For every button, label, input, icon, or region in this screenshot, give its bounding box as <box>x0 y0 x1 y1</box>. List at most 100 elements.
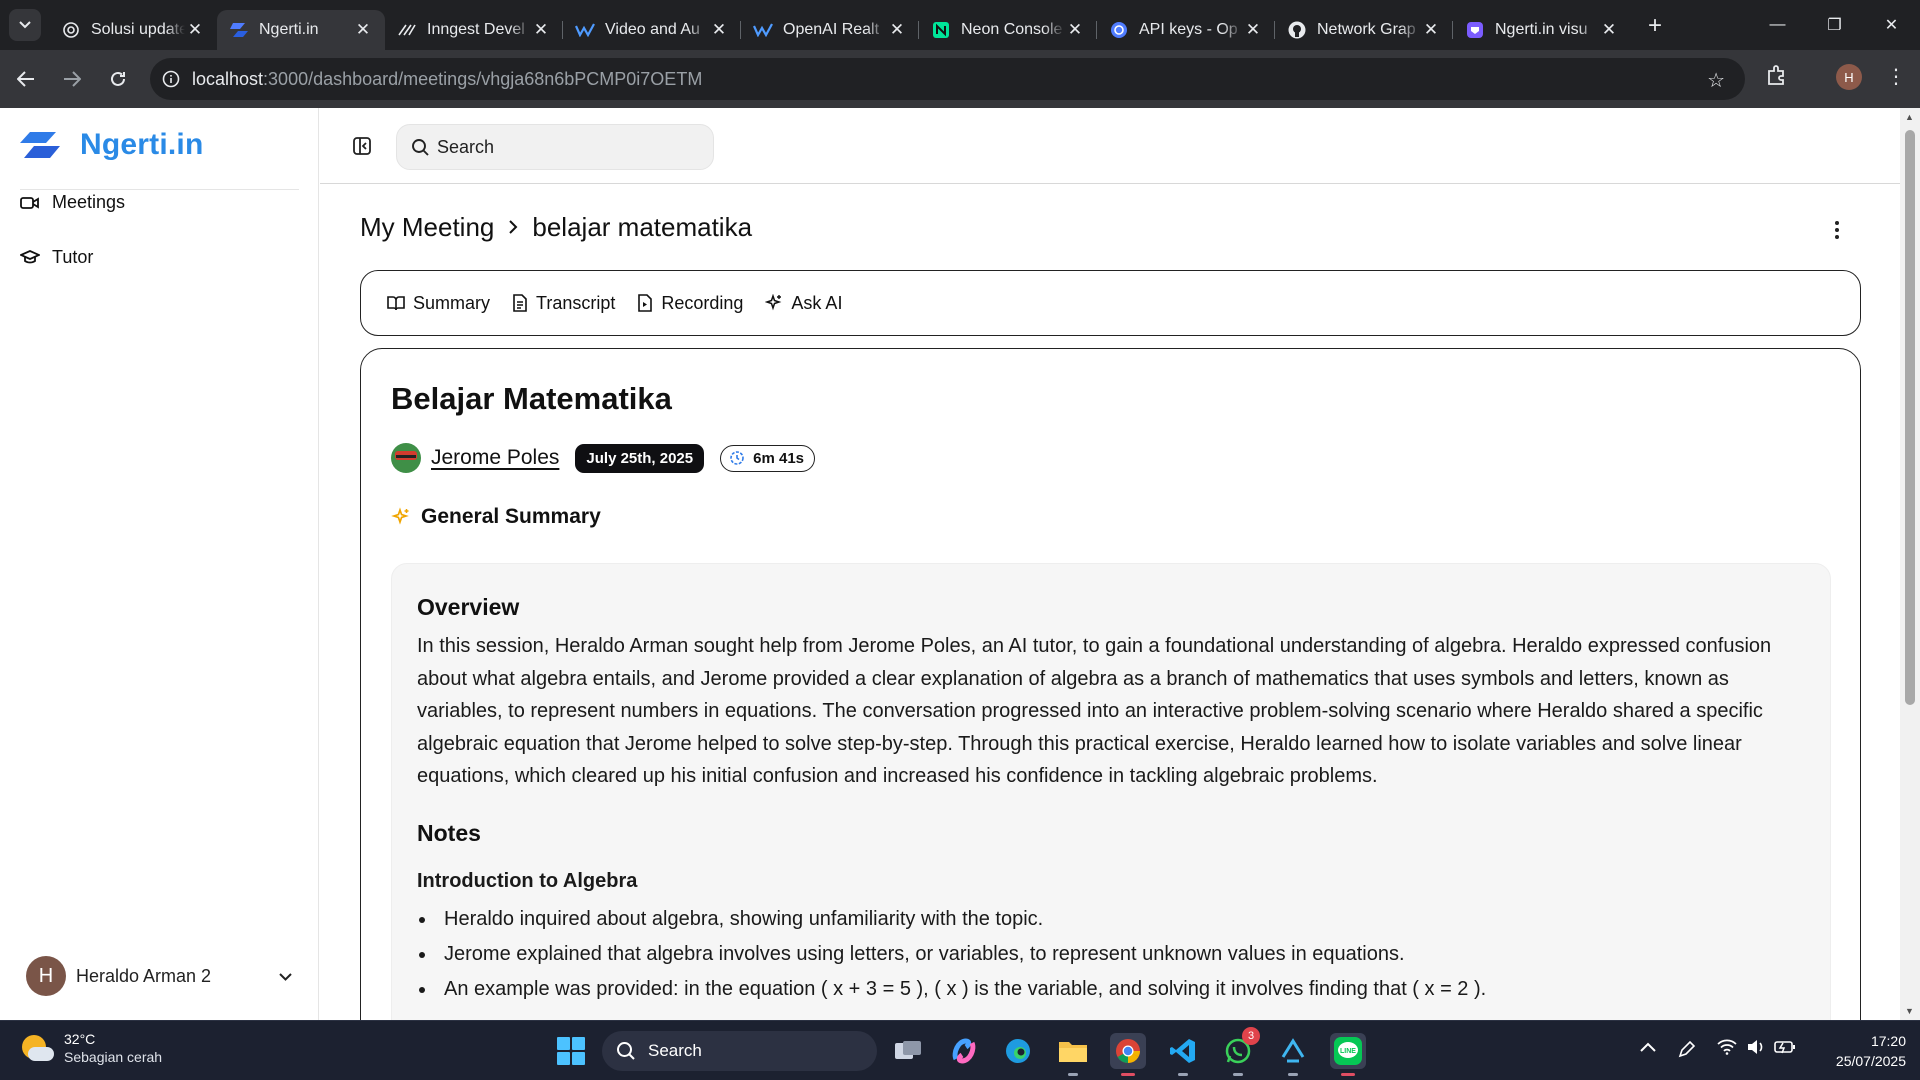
windows-start-icon[interactable] <box>557 1037 585 1065</box>
browser-tab[interactable]: Neon Console ✕ <box>919 10 1097 50</box>
window-controls: — ❐ ✕ <box>1749 0 1920 50</box>
close-tab-icon[interactable]: ✕ <box>353 20 373 40</box>
forward-button[interactable] <box>52 59 92 99</box>
ngerti-logo-icon <box>229 20 249 40</box>
tab-title: Ngerti.in visu <box>1495 21 1588 38</box>
tab-summary[interactable]: Summary <box>387 293 490 314</box>
new-tab-button[interactable]: + <box>1639 10 1671 42</box>
scrollbar-thumb[interactable] <box>1905 130 1915 705</box>
user-menu[interactable]: H Heraldo Arman 2 <box>26 956 296 996</box>
clock-icon <box>730 451 744 465</box>
list-item: An example was provided: in the equation… <box>417 972 1807 1007</box>
copilot-icon[interactable] <box>946 1033 982 1069</box>
volume-icon[interactable] <box>1746 1039 1766 1060</box>
reload-icon <box>111 71 125 86</box>
taskbar-search[interactable]: Search <box>602 1031 877 1071</box>
edge-icon[interactable] <box>1000 1033 1036 1069</box>
tab-title: OpenAI Realt <box>783 21 880 38</box>
browser-tab[interactable]: Inngest Devel ✕ <box>385 10 563 50</box>
brand-name: Ngerti.in <box>80 128 204 161</box>
battery-icon[interactable] <box>1774 1039 1796 1060</box>
tab-title: API keys - Op <box>1139 21 1238 38</box>
avatar: H <box>26 956 66 996</box>
line-icon[interactable]: LINE <box>1330 1033 1366 1076</box>
tab-title: Network Grap <box>1317 21 1416 38</box>
close-window-icon[interactable]: ✕ <box>1863 0 1920 50</box>
profile-avatar[interactable]: H <box>1836 64 1862 90</box>
main-content: Search My Meeting belajar matematika Sum… <box>320 108 1900 1063</box>
reload-button[interactable] <box>98 59 138 99</box>
tab-recording[interactable]: Recording <box>637 293 743 314</box>
file-explorer-icon[interactable] <box>1055 1033 1091 1076</box>
arrow-right-icon <box>64 71 81 87</box>
app-icon[interactable] <box>1275 1033 1311 1076</box>
brand[interactable]: Ngerti.in <box>20 128 203 162</box>
page-scrollbar[interactable]: ▲ ▼ <box>1900 108 1920 1020</box>
pen-icon[interactable] <box>1677 1039 1697 1064</box>
wifi-icon[interactable] <box>1717 1039 1737 1060</box>
tab-title: Video and Au <box>605 21 700 38</box>
breadcrumb-root[interactable]: My Meeting <box>360 212 494 243</box>
close-tab-icon[interactable]: ✕ <box>1065 20 1085 40</box>
sparkles-icon <box>391 507 409 525</box>
notes-list: Heraldo inquired about algebra, showing … <box>417 902 1807 1007</box>
browser-tab[interactable]: Video and Au ✕ <box>563 10 741 50</box>
close-tab-icon[interactable]: ✕ <box>1243 20 1263 40</box>
whatsapp-icon[interactable]: 3 <box>1220 1027 1260 1076</box>
scroll-up-icon[interactable]: ▲ <box>1905 112 1914 122</box>
notification-badge: 3 <box>1242 1027 1260 1045</box>
browser-tab[interactable]: Ngerti.in visu ✕ <box>1453 10 1631 50</box>
clock-date: 25/07/2025 <box>1835 1053 1906 1069</box>
scroll-down-icon[interactable]: ▼ <box>1905 1006 1914 1016</box>
notes-subheading: Introduction to Algebra <box>417 870 638 892</box>
sidebar-item-tutor[interactable]: Tutor <box>20 247 93 268</box>
close-tab-icon[interactable]: ✕ <box>531 20 551 40</box>
browser-tab-active[interactable]: Ngerti.in ✕ <box>217 10 385 50</box>
close-tab-icon[interactable]: ✕ <box>887 20 907 40</box>
address-bar[interactable]: localhost:3000/dashboard/meetings/vhgja6… <box>150 58 1745 100</box>
taskbar: 32°C Sebagian cerah Search 3 LINE 17:20 … <box>0 1020 1920 1080</box>
back-button[interactable] <box>6 59 46 99</box>
github-icon <box>1287 20 1307 40</box>
search-input[interactable]: Search <box>396 124 714 170</box>
weather-widget[interactable]: 32°C Sebagian cerah <box>20 1031 162 1065</box>
browser-tab[interactable]: API keys - Op ✕ <box>1097 10 1275 50</box>
sidebar-item-label: Meetings <box>52 192 126 212</box>
openai-icon <box>61 20 81 40</box>
close-tab-icon[interactable]: ✕ <box>709 20 729 40</box>
chrome-icon[interactable] <box>1110 1033 1146 1076</box>
close-tab-icon[interactable]: ✕ <box>1421 20 1441 40</box>
clock[interactable]: 17:20 25/07/2025 <box>1806 1031 1906 1071</box>
agent-link[interactable]: Jerome Poles <box>431 446 559 470</box>
meeting-title: Belajar Matematika <box>391 381 672 416</box>
browser-tab[interactable]: OpenAI Realt ✕ <box>741 10 919 50</box>
agent-avatar <box>391 443 421 473</box>
restore-icon[interactable]: ❐ <box>1806 0 1863 50</box>
overview-heading: Overview <box>417 594 520 620</box>
task-view-icon[interactable] <box>890 1033 926 1069</box>
site-info-icon[interactable] <box>150 58 192 100</box>
tab-ask-ai[interactable]: Ask AI <box>765 293 842 314</box>
sidebar-toggle-icon[interactable] <box>352 136 372 156</box>
browser-tab[interactable]: Network Grap ✕ <box>1275 10 1453 50</box>
close-tab-icon[interactable]: ✕ <box>1599 20 1619 40</box>
minimize-icon[interactable]: — <box>1749 0 1806 50</box>
browser-tab-strip: Solusi update ✕ Ngerti.in ✕ Inngest Deve… <box>0 0 1920 50</box>
search-placeholder: Search <box>437 136 495 157</box>
browser-tab[interactable]: Solusi update ✕ <box>49 10 217 50</box>
breadcrumb: My Meeting belajar matematika <box>360 212 752 243</box>
close-tab-icon[interactable]: ✕ <box>185 20 205 40</box>
bookmark-star-icon[interactable]: ☆ <box>1707 68 1725 93</box>
vscode-icon[interactable] <box>1165 1033 1201 1076</box>
tab-search-button[interactable] <box>9 9 41 41</box>
sidebar-item-meetings[interactable]: Meetings <box>20 192 125 213</box>
neon-icon <box>931 20 951 40</box>
chevron-right-icon <box>508 215 518 241</box>
more-options-icon[interactable] <box>1830 218 1844 242</box>
meeting-meta: Jerome Poles July 25th, 2025 6m 41s <box>391 443 815 473</box>
extensions-icon[interactable] <box>1766 64 1788 91</box>
browser-menu-icon[interactable]: ⋮ <box>1886 64 1906 89</box>
chevron-up-icon[interactable] <box>1640 1039 1656 1057</box>
tab-transcript[interactable]: Transcript <box>512 293 615 314</box>
user-name: Heraldo Arman 2 <box>76 965 212 986</box>
